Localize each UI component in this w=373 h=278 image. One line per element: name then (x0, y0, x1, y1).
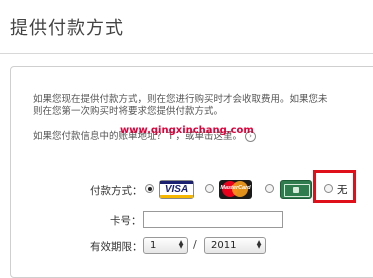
visa-card-icon[interactable]: VISA (159, 180, 194, 199)
expiry-month-select[interactable]: 1 ▲ ▼ (143, 237, 188, 254)
card-number-input[interactable] (143, 211, 283, 228)
title-divider (0, 53, 373, 54)
intro-line-1: 如果您现在提供付款方式，则在您进行购买时才会收取费用。如果您未 (33, 94, 328, 105)
expiry-label: 有效期限： (90, 241, 143, 253)
radio-none[interactable] (324, 184, 333, 193)
chevron-updown-icon: ▲ ▼ (178, 239, 184, 250)
none-option-highlight (313, 170, 356, 203)
watermark: www.qingxinchang.com (120, 125, 254, 136)
expiry-month-value: 1 (150, 240, 157, 251)
expiry-year-value: 2011 (211, 240, 237, 251)
mastercard-text: MasterCard (220, 185, 251, 191)
radio-mastercard[interactable] (205, 184, 214, 193)
expiry-year-select[interactable]: 2011 ▲ ▼ (204, 237, 266, 254)
amex-card-emblem (293, 187, 299, 193)
payment-method-label: 付款方式： (90, 185, 143, 197)
expiry-separator: / (193, 238, 197, 251)
radio-visa[interactable] (145, 184, 154, 193)
none-option-label: 无 (337, 184, 348, 196)
chevron-updown-icon: ▲ ▼ (256, 239, 262, 250)
intro-line-2: 则在您第一次购买时将要求您提供付款方式。 (33, 106, 224, 117)
page-title: 提供付款方式 (10, 18, 124, 39)
radio-amex[interactable] (265, 184, 274, 193)
intro-text: 如果您现在提供付款方式，则在您进行购买时才会收取费用。如果您未 则在您第一次购买… (33, 94, 373, 118)
visa-band-bottom (160, 195, 193, 198)
amex-card-icon[interactable] (280, 180, 312, 199)
mastercard-icon[interactable]: MasterCard (219, 180, 252, 199)
card-number-label: 卡号： (110, 215, 142, 227)
visa-text: VISA (164, 184, 189, 195)
